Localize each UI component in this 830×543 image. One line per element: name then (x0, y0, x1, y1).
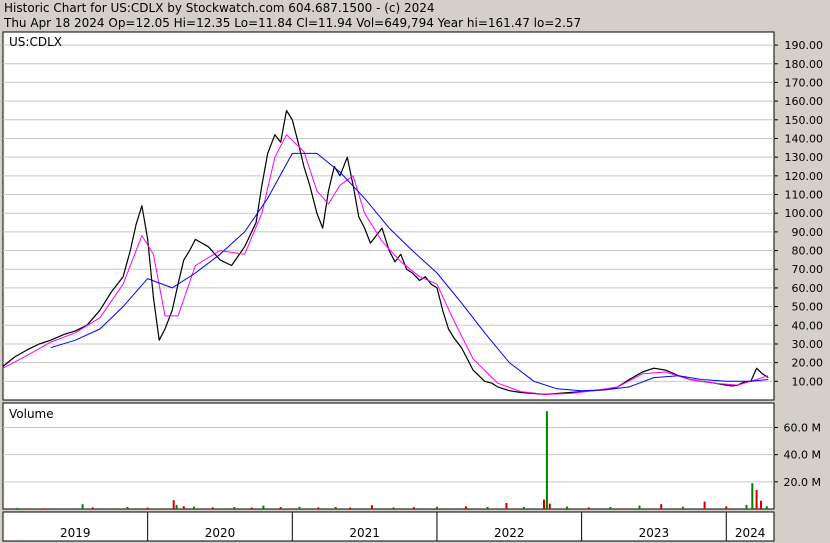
volume-bar (587, 507, 590, 509)
volume-bar (211, 507, 214, 509)
chart-window: Historic Chart for US:CDLX by Stockwatch… (0, 0, 830, 543)
volume-bar (279, 507, 282, 509)
price-tick-label: 40.00 (792, 319, 824, 332)
price-tick-label: 150.00 (785, 114, 824, 127)
price-panel-title: US:CDLX (9, 35, 62, 49)
volume-bar (609, 507, 612, 509)
volume-bar (81, 504, 84, 509)
volume-bar (412, 507, 415, 509)
price-tick-label: 160.00 (785, 95, 824, 108)
price-tick-label: 110.00 (785, 189, 824, 202)
volume-bar (681, 506, 684, 509)
stock-chart: 10.00 20.00 30.00 40.00 50.00 60.00 70.00 80.00… (2, 31, 823, 542)
volume-bar (250, 507, 253, 509)
year-label: 2024 (735, 526, 766, 540)
volume-bar (91, 507, 94, 509)
price-tick-label: 90.00 (792, 226, 824, 239)
price-tick-label: 30.00 (792, 338, 824, 351)
price-tick-label: 100.00 (785, 207, 824, 220)
price-tick-label: 10.00 (792, 375, 824, 388)
volume-bar (42, 508, 45, 509)
year-label: 2021 (349, 526, 380, 540)
volume-bar (751, 483, 754, 509)
volume-bar (298, 506, 301, 509)
volume-bar (436, 506, 438, 509)
price-tick-label: 50.00 (792, 301, 824, 314)
volume-bar (703, 501, 706, 509)
price-tick-label: 80.00 (792, 245, 824, 258)
price-axis: 10.00 20.00 30.00 40.00 50.00 60.00 70.00 80.00… (774, 39, 823, 388)
price-tick-label: 120.00 (785, 170, 824, 183)
volume-bar (545, 411, 548, 509)
volume-bar (765, 506, 768, 509)
volume-bar (317, 507, 320, 509)
volume-tick-label: 40.0 M (784, 449, 821, 462)
volume-bar (146, 507, 149, 509)
volume-bar (522, 507, 525, 509)
volume-bar (192, 506, 195, 509)
volume-bar (486, 507, 489, 509)
volume-plot-area (2, 402, 775, 510)
volume-bar (566, 506, 569, 509)
volume-bar (349, 507, 352, 509)
volume-bar (464, 506, 467, 509)
volume-bar (172, 500, 175, 509)
volume-bar (175, 504, 178, 509)
volume-bar (392, 507, 395, 509)
price-tick-label: 70.00 (792, 263, 824, 276)
volume-axis: 20.0 M 40.0 M 60.0 M (774, 421, 821, 489)
volume-bar (182, 506, 185, 509)
price-tick-label: 130.00 (785, 151, 824, 164)
volume-bar (543, 499, 545, 509)
volume-bar (262, 505, 265, 509)
volume-panel-title: Volume (9, 407, 54, 421)
volume-bar (760, 500, 762, 509)
volume-bar (548, 503, 551, 509)
volume-bar (505, 502, 508, 509)
price-plot-area (2, 31, 775, 401)
volume-bar (638, 505, 641, 509)
year-label: 2020 (205, 526, 236, 540)
volume-bar (660, 504, 663, 509)
volume-bar (725, 506, 728, 509)
price-tick-label: 190.00 (785, 39, 824, 52)
price-tick-label: 20.00 (792, 357, 824, 370)
volume-tick-label: 20.0 M (784, 476, 821, 489)
price-tick-label: 180.00 (785, 58, 824, 71)
price-tick-label: 60.00 (792, 282, 824, 295)
volume-bar (745, 504, 748, 509)
year-label: 2023 (639, 526, 670, 540)
volume-bar (370, 505, 373, 509)
price-tick-label: 170.00 (785, 76, 824, 89)
volume-bar (334, 507, 337, 509)
volume-bar (126, 507, 129, 509)
price-tick-label: 140.00 (785, 132, 824, 145)
year-label: 2019 (60, 526, 91, 540)
year-label: 2022 (494, 526, 525, 540)
volume-bar (233, 507, 236, 509)
volume-tick-label: 60.0 M (784, 421, 821, 434)
volume-bar (16, 507, 19, 509)
volume-bar (755, 490, 758, 509)
